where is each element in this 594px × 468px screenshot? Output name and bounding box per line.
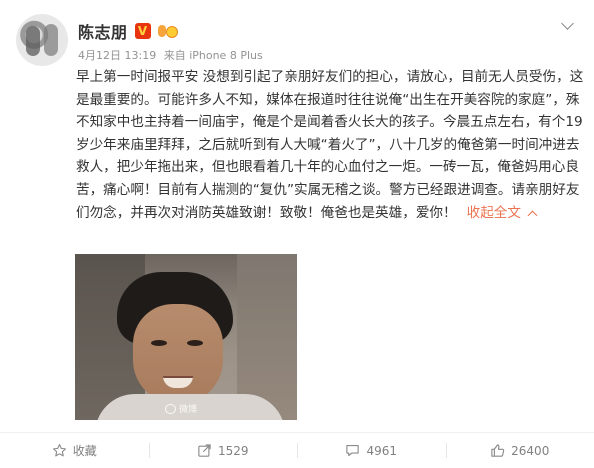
avatar-figure xyxy=(26,26,40,56)
author-name[interactable]: 陈志朋 xyxy=(78,19,128,43)
weibo-logo-icon xyxy=(165,403,176,414)
star-icon xyxy=(52,444,66,457)
comment-icon xyxy=(346,444,360,457)
watermark-text: 微博 xyxy=(179,405,198,415)
collapse-text-label: 收起全文 xyxy=(466,204,521,221)
post-meta: 4月12日 13:19 来自 iPhone 8 Plus xyxy=(78,47,267,63)
chevron-up-icon xyxy=(527,210,538,221)
repost-count: 1529 xyxy=(217,443,249,458)
repost-button[interactable]: 1529 xyxy=(148,433,298,468)
photo-eye xyxy=(151,340,167,346)
chevron-down-icon[interactable] xyxy=(561,17,574,30)
thumbs-up-icon xyxy=(491,444,505,457)
comment-count: 4961 xyxy=(366,443,398,458)
photo-eye xyxy=(187,340,203,346)
post-source: 来自 iPhone 8 Plus xyxy=(163,49,263,62)
post-avatar[interactable] xyxy=(16,14,68,66)
action-bar: 收藏 1529 4961 26400 xyxy=(0,433,594,468)
favorite-button[interactable]: 收藏 xyxy=(0,433,149,468)
post-body: 早上第一时间报平安 没想到引起了亲朋好友们的担心，请放心，目前无人员受伤，这是最… xyxy=(76,66,586,224)
like-button[interactable]: 26400 xyxy=(445,433,594,468)
favorite-label: 收藏 xyxy=(72,444,97,458)
vip-badge-icon[interactable]: V xyxy=(134,23,151,39)
like-count: 26400 xyxy=(511,443,550,458)
post-paragraph: 早上第一时间报平安 没想到引起了亲朋好友们的担心，请放心，目前无人员受伤，这是最… xyxy=(76,69,584,221)
medal-icon[interactable] xyxy=(157,23,178,39)
share-icon xyxy=(198,444,211,457)
post-timestamp[interactable]: 4月12日 13:19 xyxy=(78,49,156,62)
avatar-figure xyxy=(44,24,58,56)
collapse-text-button[interactable]: 收起全文 xyxy=(466,204,538,221)
comment-button[interactable]: 4961 xyxy=(297,433,446,468)
author-row: 陈志朋 V xyxy=(78,19,178,43)
image-watermark: 微博 xyxy=(165,402,197,415)
post-image[interactable]: 微博 xyxy=(75,254,297,420)
photo-face xyxy=(133,304,223,404)
